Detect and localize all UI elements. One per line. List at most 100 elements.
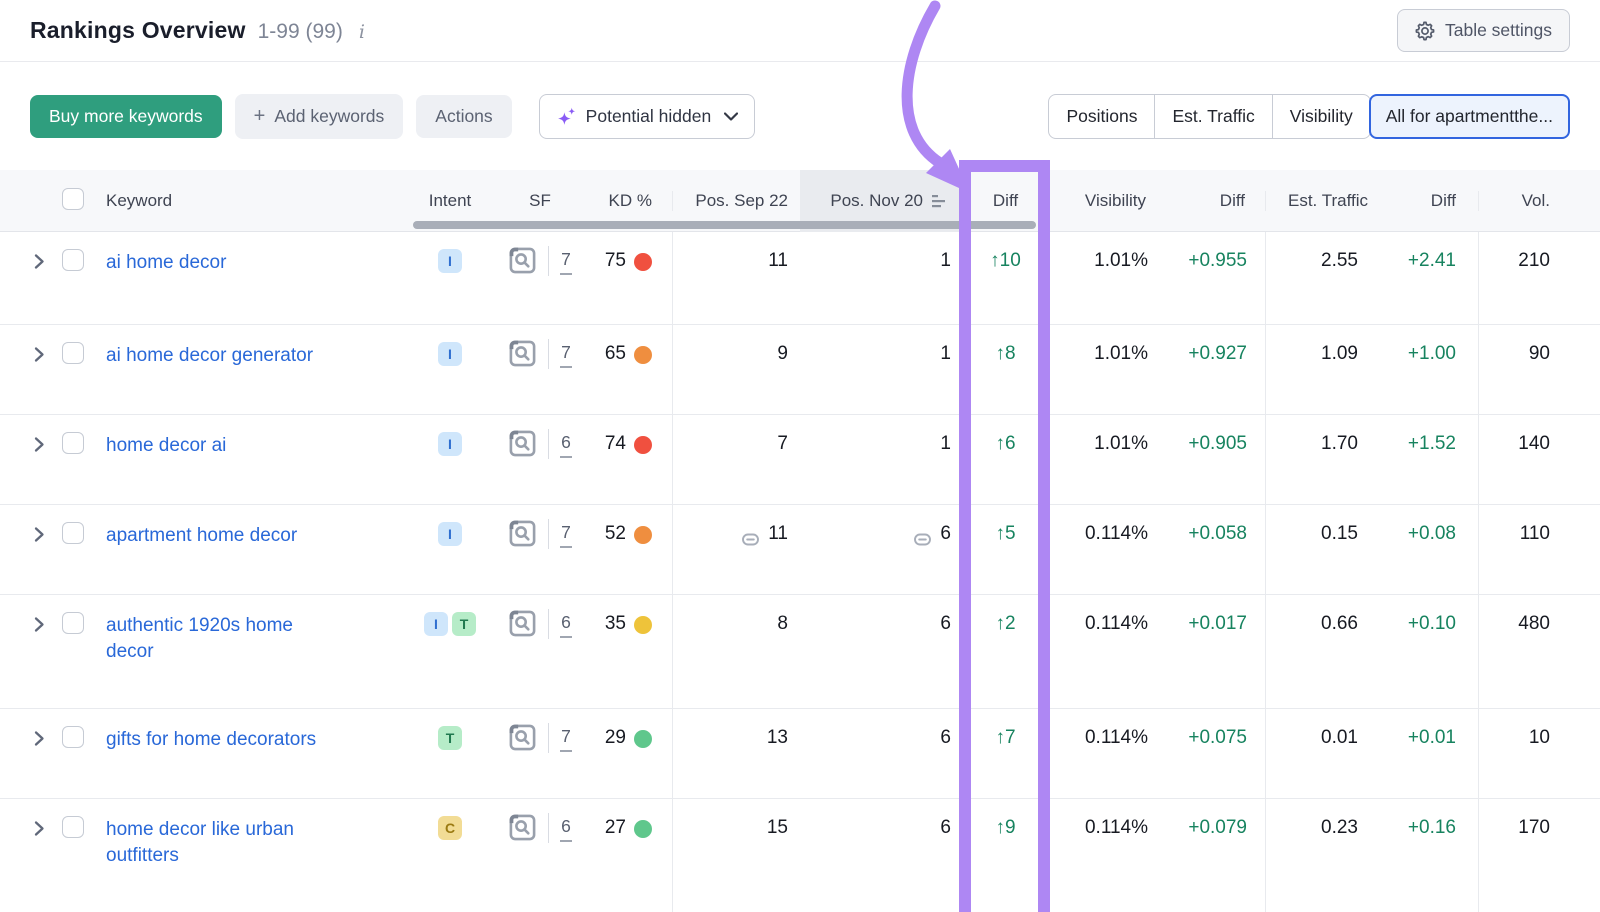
kd-value: 74 — [605, 433, 626, 455]
visibility-cell: 1.01% — [1048, 232, 1160, 324]
sf-divider — [548, 429, 549, 459]
col-header-keyword[interactable]: Keyword — [106, 191, 410, 211]
table-row: authentic 1920s homedecorIT63586↑20.114%… — [0, 595, 1600, 709]
view-tab-visibility[interactable]: Visibility — [1272, 95, 1370, 138]
visibility-diff-cell: +0.079 — [1160, 799, 1265, 912]
pos-nov20-cell-value: 6 — [940, 817, 951, 839]
add-keywords-button[interactable]: + Add keywords — [235, 94, 404, 139]
buy-more-keywords-button[interactable]: Buy more keywords — [30, 95, 222, 138]
keyword-link[interactable]: apartment home decor — [106, 523, 297, 549]
sf-divider — [548, 609, 549, 639]
keyword-link[interactable]: home decor ai — [106, 433, 226, 459]
visibility-diff-cell: +0.075 — [1160, 709, 1265, 798]
info-icon[interactable]: i — [355, 21, 369, 43]
sf-count[interactable]: 6 — [560, 429, 572, 458]
sf-count[interactable]: 7 — [560, 339, 572, 368]
pos-nov20-cell: 6 — [800, 505, 963, 594]
kd-difficulty-dot — [634, 820, 652, 838]
view-tab-all-for-apartmentthe[interactable]: All for apartmentthe... — [1369, 94, 1570, 139]
position-diff-cell: ↑2 — [963, 595, 1048, 708]
col-header-diff-position[interactable]: Diff — [963, 191, 1048, 211]
serp-features-icon — [508, 429, 537, 464]
keyword-link[interactable]: gifts for home decorators — [106, 727, 316, 753]
sf-count[interactable]: 6 — [560, 813, 572, 842]
potential-hidden-dropdown[interactable]: Potential hidden — [539, 94, 756, 139]
est-traffic-cell: 1.70 — [1265, 415, 1370, 504]
chevron-right-icon[interactable] — [34, 821, 45, 842]
kd-difficulty-dot — [634, 253, 652, 271]
pos-sep22-cell-value: 15 — [767, 817, 788, 839]
serp-features-cell: 6 — [490, 415, 590, 504]
sf-count[interactable]: 7 — [560, 246, 572, 275]
col-header-volume[interactable]: Vol. — [1478, 191, 1600, 211]
est-traffic-cell: 0.01 — [1265, 709, 1370, 798]
est-traffic-diff-cell: +0.16 — [1370, 799, 1478, 912]
row-checkbox[interactable] — [62, 816, 84, 838]
row-checkbox[interactable] — [62, 612, 84, 634]
pos-sep22-cell: 7 — [672, 415, 800, 504]
row-checkbox[interactable] — [62, 432, 84, 454]
serp-link-icon[interactable] — [742, 530, 761, 552]
keyword-link[interactable]: ai home decor — [106, 250, 226, 276]
title-wrap: Rankings Overview 1-99 (99) i — [30, 17, 369, 44]
row-checkbox[interactable] — [62, 522, 84, 544]
position-diff-cell: ↑9 — [963, 799, 1048, 912]
serp-features-icon — [508, 723, 537, 758]
expand-row-cell — [26, 799, 62, 912]
serp-features-cell: 6 — [490, 595, 590, 708]
row-checkbox[interactable] — [62, 726, 84, 748]
row-checkbox[interactable] — [62, 249, 84, 271]
chevron-right-icon[interactable] — [34, 731, 45, 752]
chevron-right-icon[interactable] — [34, 527, 45, 548]
kd-cell: 65 — [590, 325, 672, 414]
sf-count[interactable]: 7 — [560, 519, 572, 548]
table-row: home decor like urbanoutfittersC627156↑9… — [0, 799, 1600, 912]
col-header-intent[interactable]: Intent — [410, 191, 490, 211]
serp-features-icon — [508, 519, 537, 554]
chevron-right-icon[interactable] — [34, 437, 45, 458]
col-header-sf[interactable]: SF — [490, 191, 590, 211]
serp-link-icon[interactable] — [914, 530, 933, 552]
add-keywords-label: Add keywords — [274, 106, 384, 127]
chevron-down-icon — [724, 112, 738, 121]
sf-count[interactable]: 7 — [560, 723, 572, 752]
keyword-link[interactable]: ai home decor generator — [106, 343, 313, 369]
est-traffic-diff-cell: +1.00 — [1370, 325, 1478, 414]
col-header-kd[interactable]: KD % — [590, 191, 672, 211]
visibility-diff-cell: +0.927 — [1160, 325, 1265, 414]
select-all-checkbox[interactable] — [62, 188, 84, 210]
serp-features-cell: 7 — [490, 505, 590, 594]
pos-sep22-cell-value: 8 — [777, 613, 788, 635]
actions-button[interactable]: Actions — [416, 95, 511, 138]
col-header-diff-visibility[interactable]: Diff — [1160, 191, 1265, 211]
col-header-diff-traffic[interactable]: Diff — [1370, 191, 1478, 211]
visibility-diff-cell: +0.905 — [1160, 415, 1265, 504]
table-row: apartment home decorI752116↑50.114%+0.05… — [0, 505, 1600, 595]
est-traffic-diff-cell: +0.08 — [1370, 505, 1478, 594]
chevron-right-icon[interactable] — [34, 254, 45, 275]
visibility-cell: 0.114% — [1048, 595, 1160, 708]
keyword-cell: apartment home decor — [106, 505, 410, 594]
chevron-right-icon[interactable] — [34, 347, 45, 368]
est-traffic-cell: 0.15 — [1265, 505, 1370, 594]
est-traffic-cell: 2.55 — [1265, 232, 1370, 324]
table-settings-button[interactable]: Table settings — [1397, 9, 1570, 52]
col-header-est-traffic[interactable]: Est. Traffic — [1265, 191, 1370, 211]
sf-count[interactable]: 6 — [560, 609, 572, 638]
col-header-pos-sep22[interactable]: Pos. Sep 22 — [672, 191, 800, 211]
row-checkbox-cell — [62, 505, 106, 594]
view-tab-positions[interactable]: Positions — [1049, 95, 1154, 138]
est-traffic-cell: 1.09 — [1265, 325, 1370, 414]
intent-cell: IT — [410, 595, 490, 708]
view-tab-est-traffic[interactable]: Est. Traffic — [1154, 95, 1271, 138]
horizontal-scrollbar[interactable] — [413, 221, 1036, 229]
chevron-right-icon[interactable] — [34, 617, 45, 638]
keyword-link[interactable]: authentic 1920s homedecor — [106, 613, 293, 665]
keyword-link[interactable]: home decor like urbanoutfitters — [106, 817, 294, 869]
table-row: home decor aiI67471↑61.01%+0.9051.70+1.5… — [0, 415, 1600, 505]
sparkles-icon — [556, 106, 577, 127]
keyword-cell: gifts for home decorators — [106, 709, 410, 798]
row-checkbox[interactable] — [62, 342, 84, 364]
col-header-visibility[interactable]: Visibility — [1048, 191, 1160, 211]
pos-nov20-cell: 6 — [800, 799, 963, 912]
